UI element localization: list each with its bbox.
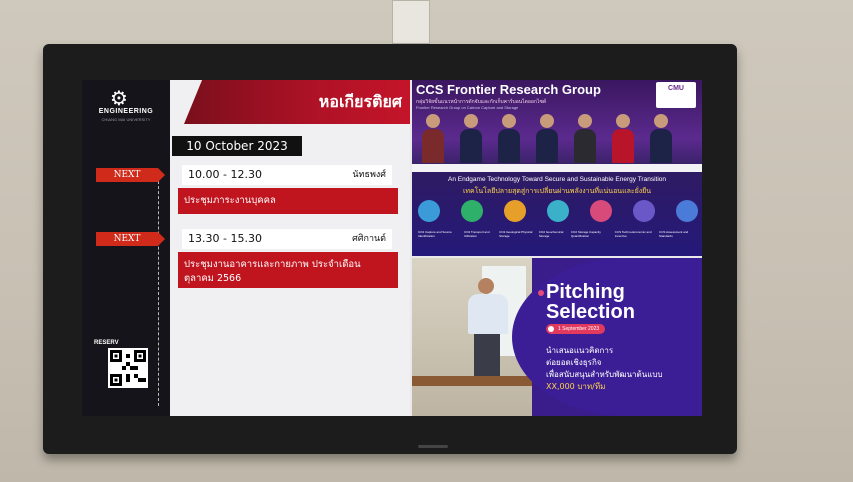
co2-transport-icon — [461, 200, 483, 222]
pitching-prize: XX,000 บาท/ทีม — [546, 382, 606, 391]
logo-text: ENGINEERING — [98, 108, 154, 115]
room-booking-panel: ⚙ ENGINEERING CHIANG MAI UNIVERSITY RESE… — [82, 80, 410, 416]
meeting-time: 10.00 - 12.30 — [188, 168, 262, 181]
engineering-logo-icon: ⚙ — [110, 86, 128, 110]
topic-caption: CCS Assessment and Standards — [659, 230, 689, 238]
poster-headline: An Endgame Technology Toward Secure and … — [447, 176, 666, 183]
poster-subtitle-en: Frontier Research Group on Carbon Captur… — [416, 105, 519, 110]
sidebar: ⚙ ENGINEERING CHIANG MAI UNIVERSITY RESE… — [82, 80, 170, 416]
cmu-badge: CMU — [656, 82, 696, 108]
geochemical-storage-icon — [547, 200, 569, 222]
tv-logo — [418, 445, 448, 448]
researcher-photo — [498, 114, 520, 163]
presenter-legs — [474, 334, 500, 376]
topic-caption: CO2 Capture and Source Identification — [418, 230, 452, 238]
next-tag: NEXT — [96, 168, 158, 182]
pitching-title-line1: Pitching — [546, 281, 625, 303]
bullet-dot-icon — [538, 290, 544, 296]
reserve-label: RESERV — [94, 340, 119, 346]
calendar-icon — [548, 326, 554, 332]
poster-headline-th: เทคโนโลยีปลายสุดสู่การเปลี่ยนผ่านพลังงาน… — [462, 188, 652, 195]
researcher-photo — [612, 114, 634, 163]
display-screen: ⚙ ENGINEERING CHIANG MAI UNIVERSITY RESE… — [82, 80, 702, 416]
researcher-photo — [574, 114, 596, 163]
pitching-poster: Pitching Selection 1 September 2023 นำเส… — [412, 258, 702, 416]
presenter-head — [478, 278, 494, 294]
poster-title: CCS Frontier Research Group — [416, 82, 601, 97]
researcher-photo — [422, 114, 444, 163]
meeting-title: ประชุมภาระงานบุคคล — [178, 188, 398, 214]
next-arrow-icon — [158, 168, 165, 182]
researcher-photo — [650, 114, 672, 163]
pitching-title: Pitching Selection — [546, 282, 635, 322]
pitching-title-line2: Selection — [546, 301, 635, 323]
next-arrow-icon — [158, 232, 165, 246]
next-tag: NEXT — [96, 232, 158, 246]
poster-header: CCS Frontier Research Group กลุ่มวิจัยขั… — [412, 80, 702, 164]
techno-economic-icon — [633, 200, 655, 222]
presenter-body — [468, 294, 508, 334]
topic-caption: CO2 Geological Physical Storage — [499, 230, 533, 238]
assessment-standards-icon — [676, 200, 698, 222]
desk — [412, 376, 532, 386]
topic-captions: CO2 Capture and Source Identification CO… — [418, 230, 698, 238]
topic-caption: CO2 Transport and Utilization — [463, 230, 490, 238]
researcher-photo — [460, 114, 482, 163]
poster-technology-section: An Endgame Technology Toward Secure and … — [412, 172, 702, 256]
qr-code[interactable] — [108, 348, 148, 388]
meeting-time-row: 13.30 - 15.30 ศศิกานต์ — [182, 229, 392, 249]
date-label: 10 October 2023 — [172, 136, 302, 156]
wall-outlet-plate — [392, 0, 430, 44]
meeting-title: ประชุมงานอาคารและกายภาพ ประจำเดือน ตุลาค… — [178, 252, 398, 288]
research-group-poster: CCS Frontier Research Group กลุ่มวิจัยขั… — [412, 80, 702, 256]
meeting-organizer: ศศิกานต์ — [352, 234, 386, 244]
room-name: หอเกียรติยศ — [318, 92, 402, 111]
topic-icons — [418, 200, 698, 230]
storage-capacity-icon — [590, 200, 612, 222]
meeting-time: 13.30 - 15.30 — [188, 232, 262, 245]
pitching-date-badge: 1 September 2023 — [546, 324, 606, 334]
topic-caption: CCS Techno-Economic and Incentive — [614, 230, 652, 238]
co2-capture-icon — [418, 200, 440, 222]
geological-storage-icon — [504, 200, 526, 222]
room-banner: หอเกียรติยศ — [184, 80, 410, 124]
researcher-photo — [536, 114, 558, 163]
logo-subtext: CHIANG MAI UNIVERSITY — [101, 117, 151, 122]
qr-code-icon — [110, 350, 146, 386]
topic-caption: CO2 Geochemical Storage — [538, 230, 564, 238]
meeting-time-row: 10.00 - 12.30 นัทธพงศ์ — [182, 165, 392, 185]
timeline-divider — [158, 176, 163, 406]
meeting-organizer: นัทธพงศ์ — [352, 170, 386, 180]
topic-caption: CO2 Storage Capacity Quantification — [570, 230, 601, 238]
